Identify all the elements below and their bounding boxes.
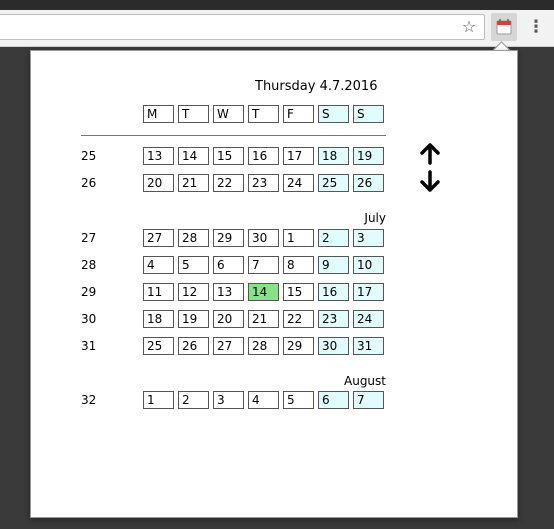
day-cell[interactable]: 23 (318, 310, 349, 328)
day-header: F (283, 105, 314, 123)
day-cell[interactable]: 27 (213, 337, 244, 355)
header-divider (81, 135, 386, 136)
day-header: S (353, 105, 384, 123)
day-cell[interactable]: 19 (178, 310, 209, 328)
week-number: 26 (81, 176, 97, 190)
day-cell[interactable]: 9 (318, 256, 349, 274)
day-cell[interactable]: 18 (143, 310, 174, 328)
day-cell[interactable]: 7 (248, 256, 279, 274)
day-cell[interactable]: 7 (353, 391, 384, 409)
day-cell[interactable]: 5 (283, 391, 314, 409)
day-cell[interactable]: 3 (353, 229, 384, 247)
arrow-down-icon[interactable] (418, 169, 442, 193)
window-top-bar (0, 0, 554, 10)
week-number: 32 (81, 393, 97, 407)
day-cell[interactable]: 10 (353, 256, 384, 274)
day-header: T (248, 105, 279, 123)
day-cell[interactable]: 22 (213, 174, 244, 192)
month-label: August (344, 374, 386, 388)
day-cell[interactable]: 30 (318, 337, 349, 355)
day-cell[interactable]: 5 (178, 256, 209, 274)
week-number: 30 (81, 312, 97, 326)
day-cell[interactable]: 1 (143, 391, 174, 409)
week-number: 25 (81, 149, 97, 163)
day-cell[interactable]: 26 (178, 337, 209, 355)
day-header: M (143, 105, 174, 123)
day-cell[interactable]: 12 (178, 283, 209, 301)
day-cell[interactable]: 13 (213, 283, 244, 301)
day-cell[interactable]: 21 (248, 310, 279, 328)
day-cell[interactable]: 16 (318, 283, 349, 301)
day-cell[interactable]: 2 (178, 391, 209, 409)
day-cell[interactable]: 29 (283, 337, 314, 355)
bookmark-star-icon[interactable]: ☆ (460, 18, 478, 36)
day-header: S (318, 105, 349, 123)
current-date-title: Thursday 4.7.2016 (255, 79, 378, 94)
day-cell[interactable]: 31 (353, 337, 384, 355)
day-cell[interactable]: 6 (213, 256, 244, 274)
day-cell[interactable]: 4 (248, 391, 279, 409)
calendar-icon (496, 19, 512, 35)
day-header: W (213, 105, 244, 123)
day-cell[interactable]: 14 (178, 147, 209, 165)
week-number: 31 (81, 339, 97, 353)
calendar-extension-button[interactable] (491, 13, 517, 41)
day-cell[interactable]: 29 (213, 229, 244, 247)
day-cell[interactable]: 25 (318, 174, 349, 192)
browser-toolbar: ☆ ⋮ (0, 10, 554, 47)
day-cell[interactable]: 17 (353, 283, 384, 301)
day-cell[interactable]: 17 (283, 147, 314, 165)
day-cell[interactable]: 20 (213, 310, 244, 328)
week-number: 28 (81, 258, 97, 272)
day-header: T (178, 105, 209, 123)
day-cell[interactable]: 11 (143, 283, 174, 301)
month-label: July (364, 211, 386, 225)
week-number: 27 (81, 231, 97, 245)
day-cell[interactable]: 20 (143, 174, 174, 192)
day-cell[interactable]: 13 (143, 147, 174, 165)
arrow-up-icon[interactable] (418, 142, 442, 166)
calendar-popup: Thursday 4.7.2016 MTWTFSS 25 13 14 15 16 17 18… (30, 50, 518, 518)
day-cell[interactable]: 15 (283, 283, 314, 301)
day-cell[interactable]: 22 (283, 310, 314, 328)
day-cell-today[interactable]: 14 (248, 283, 279, 301)
day-cell[interactable]: 23 (248, 174, 279, 192)
day-cell[interactable]: 30 (248, 229, 279, 247)
day-cell[interactable]: 24 (353, 310, 384, 328)
day-cell[interactable]: 8 (283, 256, 314, 274)
address-bar[interactable]: ☆ (0, 14, 485, 40)
day-cell[interactable]: 18 (318, 147, 349, 165)
day-cell[interactable]: 3 (213, 391, 244, 409)
day-cell[interactable]: 15 (213, 147, 244, 165)
day-cell[interactable]: 1 (283, 229, 314, 247)
day-cell[interactable]: 6 (318, 391, 349, 409)
day-cell[interactable]: 27 (143, 229, 174, 247)
day-cell[interactable]: 25 (143, 337, 174, 355)
day-cell[interactable]: 26 (353, 174, 384, 192)
day-cell[interactable]: 19 (353, 147, 384, 165)
day-cell[interactable]: 28 (178, 229, 209, 247)
day-cell[interactable]: 4 (143, 256, 174, 274)
day-cell[interactable]: 28 (248, 337, 279, 355)
week-number: 29 (81, 285, 97, 299)
day-cell[interactable]: 2 (318, 229, 349, 247)
day-cell[interactable]: 24 (283, 174, 314, 192)
day-cell[interactable]: 21 (178, 174, 209, 192)
browser-menu-icon[interactable]: ⋮ (526, 15, 546, 39)
day-cell[interactable]: 16 (248, 147, 279, 165)
